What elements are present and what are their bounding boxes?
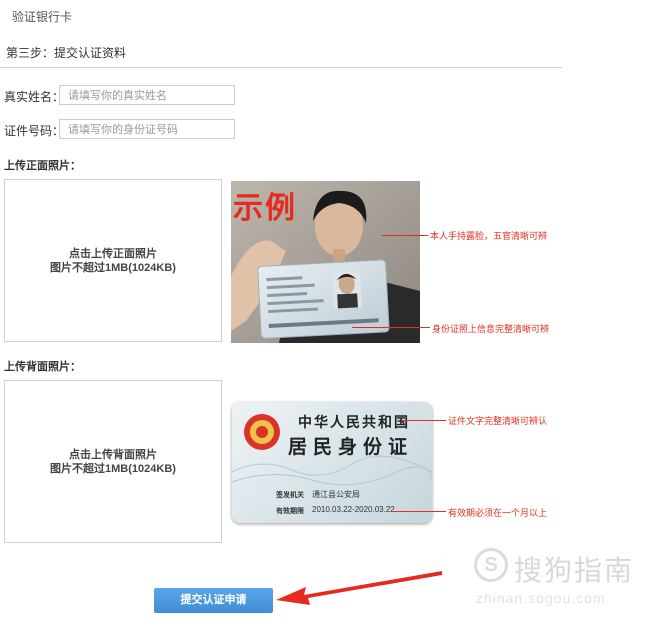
upload-back-text: 点击上传背面照片 — [69, 448, 157, 461]
real-name-label: 真实姓名： — [4, 90, 65, 104]
card-title-2: 居民身份证 — [288, 437, 414, 458]
front-section-label: 上传正面照片： — [4, 160, 81, 172]
back-section-label: 上传背面照片： — [4, 361, 81, 373]
upload-front-button[interactable]: 点击上传正面照片 图片不超过1MB(1024KB) — [4, 179, 222, 342]
arrow-icon — [276, 571, 442, 605]
annotation-text: 证件文字完整清晰可辨认 — [448, 416, 548, 426]
sogou-logo-icon: S — [474, 548, 508, 582]
watermark-text: 搜狗指南 — [514, 555, 635, 586]
id-number-label: 证件号码： — [4, 124, 65, 138]
annotation-face: 本人手持露脸，五官清晰可辨 — [430, 231, 548, 241]
upload-front-limit: 图片不超过1MB(1024KB) — [50, 261, 176, 274]
annotation-line — [402, 420, 446, 421]
real-name-input[interactable]: 请填写你的真实姓名 — [59, 85, 235, 105]
issuer-value: 通江县公安局 — [312, 490, 360, 499]
annotation-valid: 有效期必须在一个月以上 — [448, 508, 548, 518]
annotation-line — [382, 235, 428, 236]
watermark-url: zhinan.sogou.com — [476, 590, 606, 606]
example-label: 示例 — [233, 192, 297, 225]
annotation-line — [392, 511, 446, 512]
annotation-info: 身份证照上信息完整清晰可辨 — [432, 324, 550, 334]
page-title: 验证银行卡 — [12, 10, 73, 24]
upload-back-limit: 图片不超过1MB(1024KB) — [50, 462, 176, 475]
id-number-input[interactable]: 请填写你的身份证号码 — [59, 119, 235, 139]
front-example-image: 示例 — [231, 181, 420, 343]
divider — [0, 67, 562, 68]
card-title-1: 中华人民共和国 — [298, 416, 410, 431]
upload-front-text: 点击上传正面照片 — [69, 247, 157, 260]
issuer-label: 签发机关 — [276, 492, 304, 499]
submit-button[interactable]: 提交认证申请 — [154, 588, 273, 613]
valid-value: 2010.03.22-2020.03.22 — [312, 505, 395, 514]
annotation-line — [352, 327, 430, 328]
upload-back-button[interactable]: 点击上传背面照片 图片不超过1MB(1024KB) — [4, 380, 222, 543]
step-title: 第三步：提交认证资料 — [6, 46, 127, 60]
valid-label: 有效期限 — [276, 508, 304, 515]
